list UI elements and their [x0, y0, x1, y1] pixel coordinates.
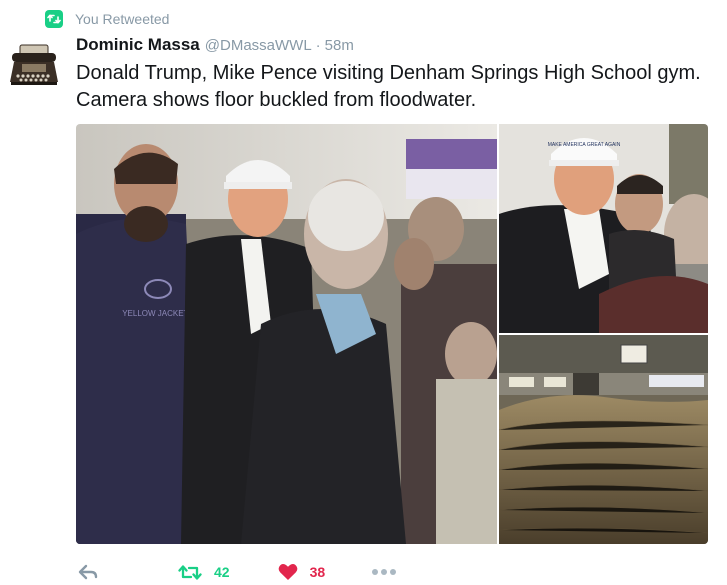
tweet-text-line: Camera shows floor buckled from floodwat… — [76, 89, 477, 111]
shirt-text: YELLOW JACKETS — [122, 309, 194, 318]
tweet-header: Dominic Massa @DMassaWWL · 58m — [76, 35, 354, 55]
separator-dot: · — [315, 37, 321, 54]
retweet-button[interactable]: 42 — [178, 564, 230, 581]
typewriter-avatar — [8, 38, 60, 90]
photo-trump-pence-group[interactable]: YELLOW JACKETS — [76, 124, 497, 544]
author-handle[interactable]: @DMassaWWL — [205, 37, 312, 54]
photo-trump-closeup[interactable]: MAKE AMERICA GREAT AGAIN — [499, 124, 708, 333]
retweet-icon — [45, 10, 63, 28]
like-count: 38 — [309, 564, 326, 580]
retweet-count: 42 — [214, 564, 230, 580]
tweet-actions: 42 38 — [78, 560, 397, 584]
tweet-timestamp[interactable]: 58m — [325, 37, 354, 54]
retweet-context: You Retweeted — [45, 9, 169, 29]
author-name[interactable]: Dominic Massa — [76, 35, 200, 55]
media-grid: YELLOW JACKETS MAKE AMERICA GREAT AGAIN — [76, 124, 708, 544]
avatar[interactable] — [8, 38, 60, 90]
like-button[interactable]: 38 — [278, 563, 326, 581]
heart-icon — [278, 564, 297, 580]
reply-icon — [78, 564, 98, 580]
photo-buckled-gym-floor[interactable] — [499, 335, 708, 544]
tweet-text-line: Donald Trump, Mike Pence visiting Denham… — [76, 62, 701, 84]
reply-button[interactable] — [78, 564, 100, 580]
retweet-context-label: You Retweeted — [75, 11, 170, 27]
retweet-icon — [178, 564, 202, 580]
tweet-text: Donald Trump, Mike Pence visiting Denham… — [76, 60, 716, 114]
hat-text: MAKE AMERICA GREAT AGAIN — [548, 142, 621, 148]
more-icon — [372, 569, 397, 575]
more-button[interactable] — [371, 568, 397, 576]
